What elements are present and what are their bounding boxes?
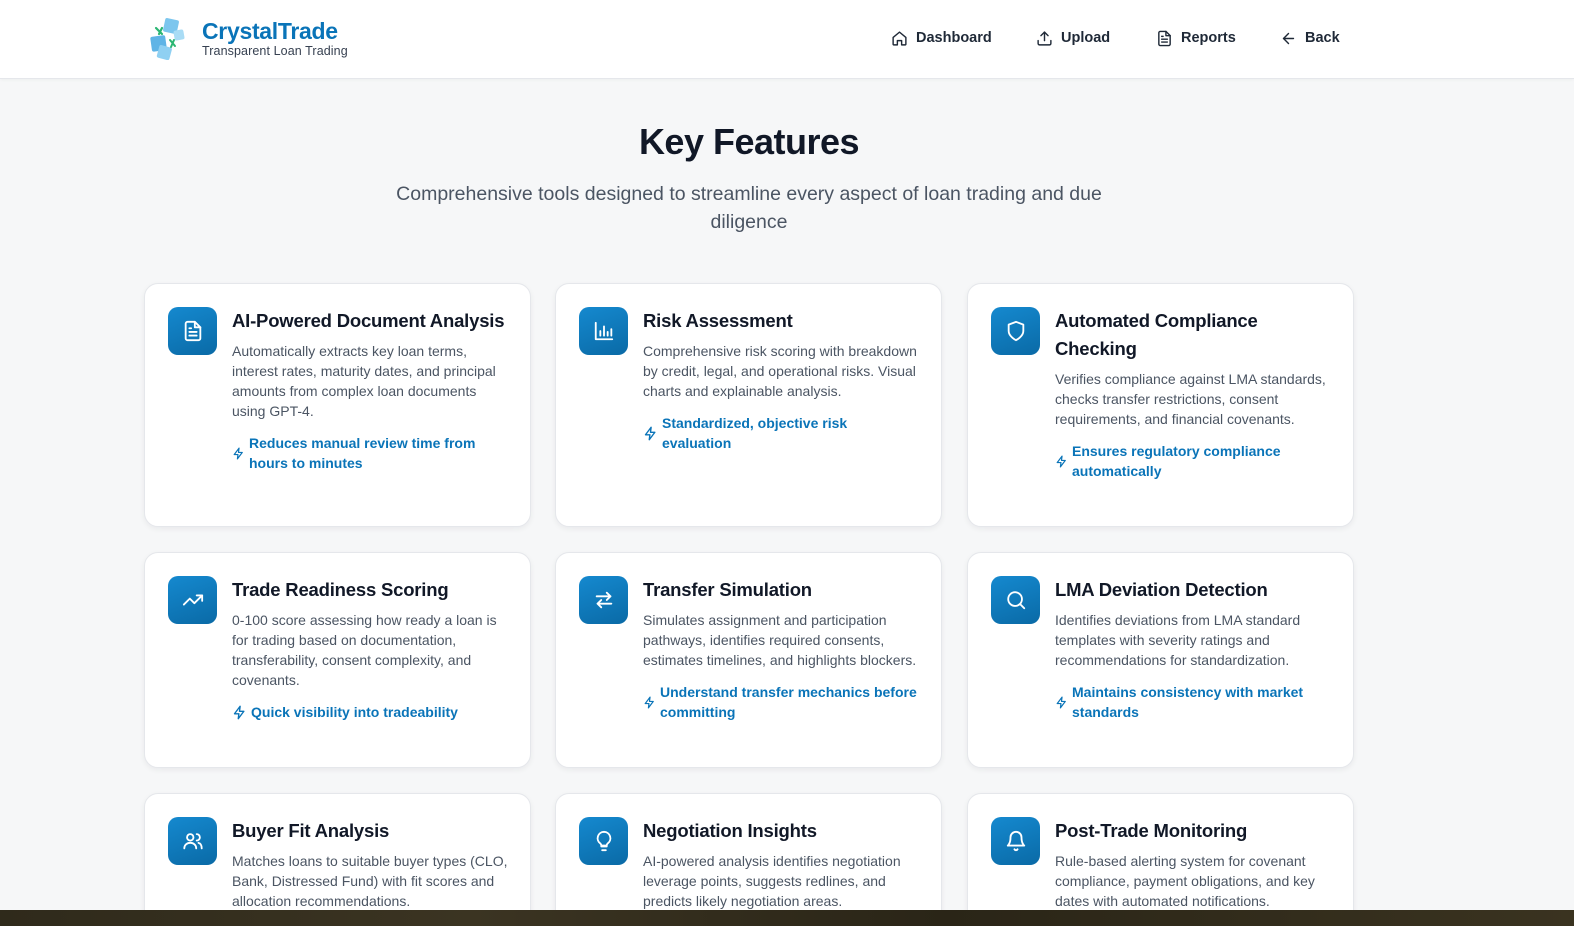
card-icon-badge <box>991 307 1040 355</box>
feature-benefit: Standardized, objective risk evaluation <box>643 413 919 453</box>
document-icon <box>184 320 201 342</box>
transfer-arrows-icon <box>595 591 612 609</box>
feature-description: Rule-based alerting system for covenant … <box>1055 853 1315 909</box>
feature-description: Identifies deviations from LMA standard … <box>1055 612 1301 668</box>
feature-title: Buyer Fit Analysis <box>232 820 390 841</box>
nav-reports[interactable]: Reports <box>1156 26 1236 50</box>
card-icon-badge <box>168 817 217 865</box>
page-subtitle: Comprehensive tools designed to streamli… <box>396 183 1102 233</box>
feature-title: Post-Trade Monitoring <box>1055 820 1248 841</box>
bell-icon <box>1006 831 1025 852</box>
arrow-left-icon <box>1282 32 1295 44</box>
top-navigation-bar: CrystalTrade Transparent Loan Trading Da… <box>0 0 1574 79</box>
feature-card-transfer-simulation[interactable]: Transfer Simulation Simulates assignment… <box>555 552 942 768</box>
feature-description: Matches loans to suitable buyer types (C… <box>232 853 508 909</box>
feature-card-document-analysis[interactable]: AI-Powered Document Analysis Automatical… <box>144 283 531 527</box>
feature-benefit-text: Understand transfer mechanics before com… <box>660 684 917 720</box>
lightning-icon <box>644 426 656 440</box>
card-icon-badge <box>168 576 217 624</box>
lightning-icon <box>1056 454 1066 468</box>
nav-dashboard-label: Dashboard <box>916 30 992 46</box>
card-icon-badge <box>991 576 1040 624</box>
feature-card-lma-deviation[interactable]: LMA Deviation Detection Identifies devia… <box>967 552 1354 768</box>
feature-card-trade-readiness[interactable]: Trade Readiness Scoring 0-100 score asse… <box>144 552 531 768</box>
feature-benefit-text: Standardized, objective risk evaluation <box>662 415 848 451</box>
card-icon-badge <box>991 817 1040 865</box>
card-icon-badge <box>579 576 628 624</box>
feature-title: Transfer Simulation <box>643 579 812 600</box>
feature-card-buyer-fit[interactable]: Buyer Fit Analysis Matches loans to suit… <box>144 793 531 926</box>
crystal-logo-icon <box>148 16 188 61</box>
brand-tagline: Transparent Loan Trading <box>202 44 348 58</box>
feature-description: Automatically extracts key loan terms, i… <box>232 343 496 419</box>
feature-benefit-text: Ensures regulatory compliance automatica… <box>1072 443 1281 479</box>
feature-benefit-text: Maintains consistency with market standa… <box>1072 684 1304 720</box>
page-title: Key Features <box>638 121 860 162</box>
feature-description: AI-powered analysis identifies negotiati… <box>643 853 901 909</box>
feature-benefit-text: Reduces manual review time from hours to… <box>249 435 476 471</box>
brand-name: CrystalTrade <box>202 18 338 44</box>
lightning-icon <box>233 446 243 460</box>
bar-chart-icon <box>594 321 613 341</box>
footer-background-image <box>0 910 1574 926</box>
feature-benefit-text: Quick visibility into tradeability <box>251 704 458 720</box>
feature-description: Comprehensive risk scoring with breakdow… <box>643 343 917 399</box>
feature-card-risk-assessment[interactable]: Risk Assessment Comprehensive risk scori… <box>555 283 942 527</box>
lightbulb-icon <box>596 830 611 852</box>
nav-upload[interactable]: Upload <box>1036 26 1110 50</box>
nav-dashboard[interactable]: Dashboard <box>891 26 992 50</box>
nav-upload-label: Upload <box>1061 30 1111 46</box>
feature-benefit: Maintains consistency with market standa… <box>1055 682 1331 722</box>
lightning-icon <box>1056 695 1066 709</box>
nav-back[interactable]: Back <box>1280 26 1340 50</box>
feature-benefit: Ensures regulatory compliance automatica… <box>1055 441 1331 481</box>
upload-icon <box>1037 30 1052 46</box>
trending-up-icon <box>182 594 203 606</box>
card-icon-badge <box>579 817 628 865</box>
feature-title: LMA Deviation Detection <box>1055 579 1268 600</box>
card-icon-badge <box>168 307 217 355</box>
users-icon <box>182 833 203 850</box>
home-icon <box>892 30 907 46</box>
feature-title: Negotiation Insights <box>643 820 817 841</box>
feature-description: 0-100 score assessing how ready a loan i… <box>232 612 497 688</box>
feature-description: Verifies compliance against LMA standard… <box>1055 371 1326 427</box>
feature-card-compliance[interactable]: Automated Compliance Checking Verifies c… <box>967 283 1354 527</box>
shield-icon <box>1007 320 1024 342</box>
feature-benefit: Understand transfer mechanics before com… <box>643 682 919 722</box>
lightning-icon <box>644 695 654 709</box>
feature-title: Automated Compliance Checking <box>1055 310 1258 359</box>
card-icon-badge <box>579 307 628 355</box>
document-icon <box>1158 30 1171 46</box>
feature-description: Simulates assignment and participation p… <box>643 612 917 668</box>
lightning-icon <box>233 705 245 719</box>
feature-benefit: Quick visibility into tradeability <box>232 702 508 722</box>
nav-back-label: Back <box>1305 30 1340 46</box>
feature-title: Trade Readiness Scoring <box>232 579 449 600</box>
nav-reports-label: Reports <box>1181 30 1236 46</box>
feature-title: AI-Powered Document Analysis <box>232 310 505 331</box>
brand[interactable]: CrystalTrade Transparent Loan Trading <box>148 16 348 61</box>
search-icon <box>1006 591 1025 610</box>
feature-benefit: Reduces manual review time from hours to… <box>232 433 508 473</box>
feature-title: Risk Assessment <box>643 310 793 331</box>
feature-card-negotiation-insights[interactable]: Negotiation Insights AI-powered analysis… <box>555 793 942 926</box>
feature-card-post-trade-monitoring[interactable]: Post-Trade Monitoring Rule-based alertin… <box>967 793 1354 926</box>
